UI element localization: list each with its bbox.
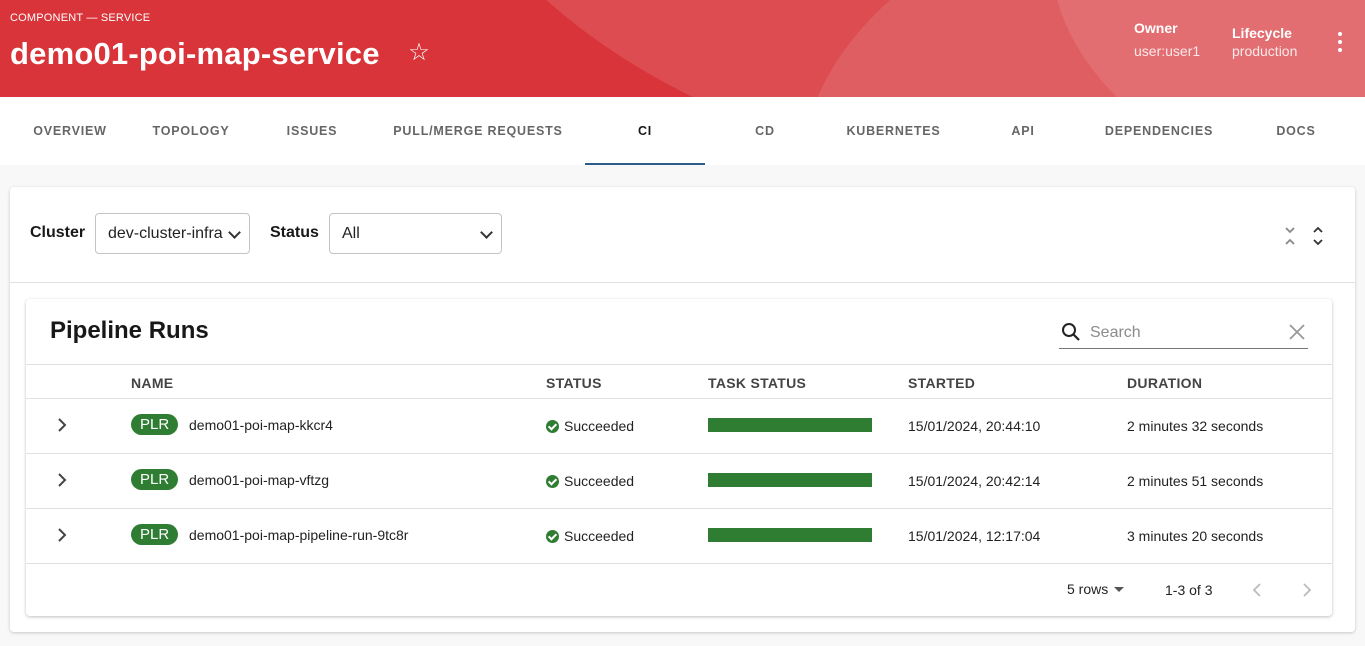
task-status-fill xyxy=(708,528,872,542)
table-row: PLR demo01-poi-map-kkcr4 Succeeded 15/01… xyxy=(26,399,1332,454)
task-status-fill xyxy=(708,473,872,487)
tab-pull-merge-requests[interactable]: PULL/MERGE REQUESTS xyxy=(373,97,583,165)
tab-cd[interactable]: CD xyxy=(705,97,825,165)
previous-page-icon[interactable] xyxy=(1249,581,1267,599)
run-duration: 2 minutes 51 seconds xyxy=(1127,473,1264,489)
run-status: Succeeded xyxy=(546,473,634,489)
status-select[interactable]: All xyxy=(329,213,502,254)
caret-down-icon xyxy=(1114,587,1125,592)
owner-value[interactable]: user:user1 xyxy=(1134,43,1200,59)
plr-badge: PLR xyxy=(131,414,179,435)
run-status: Succeeded xyxy=(546,528,634,544)
table-header: NAME STATUS TASK STATUS STARTED DURATION xyxy=(26,364,1332,399)
tab-ci[interactable]: CI xyxy=(585,97,705,165)
ci-content-card: Cluster dev-cluster-infra Status All Pip… xyxy=(10,187,1355,632)
run-duration: 2 minutes 32 seconds xyxy=(1127,418,1264,434)
plr-badge: PLR xyxy=(131,524,179,545)
task-status-bar[interactable] xyxy=(708,528,872,542)
tab-bar: OVERVIEW TOPOLOGY ISSUES PULL/MERGE REQU… xyxy=(0,97,1365,165)
task-status-bar[interactable] xyxy=(708,418,872,432)
plr-badge: PLR xyxy=(131,469,179,490)
run-status-text: Succeeded xyxy=(564,418,635,434)
started-time: 15/01/2024, 20:44:10 xyxy=(908,418,1041,434)
pipeline-run-name: demo01-poi-map-vftzg xyxy=(189,472,330,488)
run-status-text: Succeeded xyxy=(564,528,635,544)
column-header-name[interactable]: NAME xyxy=(131,375,173,391)
cluster-label: Cluster xyxy=(30,224,86,241)
table-row: PLR demo01-poi-map-pipeline-run-9tc8r Su… xyxy=(26,509,1332,564)
chevron-down-icon xyxy=(228,226,241,239)
chevron-right-icon[interactable] xyxy=(54,527,70,543)
pipeline-run-name: demo01-poi-map-kkcr4 xyxy=(189,417,333,433)
pipeline-runs-table: Pipeline Runs NAME STATUS TASK STATUS ST… xyxy=(26,299,1332,616)
column-header-started[interactable]: STARTED xyxy=(908,375,975,391)
chevron-right-icon[interactable] xyxy=(54,417,70,433)
owner-info: Owner user:user1 xyxy=(1134,20,1200,59)
started-time: 15/01/2024, 12:17:04 xyxy=(908,528,1041,544)
tab-issues[interactable]: ISSUES xyxy=(252,97,372,165)
task-status-bar[interactable] xyxy=(708,473,872,487)
started-time: 15/01/2024, 20:42:14 xyxy=(908,473,1041,489)
collapse-all-icon[interactable] xyxy=(1282,225,1298,247)
cluster-select[interactable]: dev-cluster-infra xyxy=(95,213,250,254)
status-select-value: All xyxy=(342,225,360,242)
search-input[interactable] xyxy=(1090,322,1270,344)
run-status: Succeeded xyxy=(546,418,634,434)
pipeline-run-name: demo01-poi-map-pipeline-run-9tc8r xyxy=(189,527,409,543)
expand-all-icon[interactable] xyxy=(1310,225,1326,247)
success-icon xyxy=(546,530,559,543)
search-field xyxy=(1059,317,1308,349)
tab-docs[interactable]: DOCS xyxy=(1236,97,1356,165)
chevron-down-icon xyxy=(480,226,493,239)
lifecycle-value: production xyxy=(1232,43,1298,59)
next-page-icon[interactable] xyxy=(1297,581,1315,599)
column-header-task-status[interactable]: TASK STATUS xyxy=(708,375,806,391)
clear-search-icon[interactable] xyxy=(1288,323,1306,341)
chevron-right-icon[interactable] xyxy=(54,472,70,488)
column-header-duration[interactable]: DURATION xyxy=(1127,375,1202,391)
run-duration: 3 minutes 20 seconds xyxy=(1127,528,1264,544)
tab-dependencies[interactable]: DEPENDENCIES xyxy=(1084,97,1234,165)
status-label: Status xyxy=(270,224,319,241)
lifecycle-label: Lifecycle xyxy=(1232,25,1292,41)
tab-kubernetes[interactable]: KUBERNETES xyxy=(826,97,961,165)
tab-api[interactable]: API xyxy=(963,97,1083,165)
tab-overview[interactable]: OVERVIEW xyxy=(10,97,130,165)
pagination-range: 1-3 of 3 xyxy=(1165,582,1213,598)
entity-header: COMPONENT — SERVICE demo01-poi-map-servi… xyxy=(0,0,1365,97)
tab-topology[interactable]: TOPOLOGY xyxy=(131,97,251,165)
owner-label: Owner xyxy=(1134,20,1178,36)
column-header-status[interactable]: STATUS xyxy=(546,375,602,391)
breadcrumb: COMPONENT — SERVICE xyxy=(10,12,151,24)
divider xyxy=(10,282,1355,283)
run-status-text: Succeeded xyxy=(564,473,635,489)
page-title: demo01-poi-map-service xyxy=(10,36,380,71)
table-row: PLR demo01-poi-map-vftzg Succeeded 15/01… xyxy=(26,454,1332,509)
star-icon[interactable]: ☆ xyxy=(406,40,432,66)
success-icon xyxy=(546,420,559,433)
search-icon xyxy=(1062,323,1080,341)
success-icon xyxy=(546,475,559,488)
cluster-select-value: dev-cluster-infra xyxy=(108,225,223,242)
task-status-fill xyxy=(708,418,872,432)
more-options-icon[interactable] xyxy=(1326,28,1354,56)
rows-per-page-select[interactable]: 5 rows xyxy=(1067,581,1125,597)
table-title: Pipeline Runs xyxy=(50,317,209,344)
rows-per-page-value: 5 rows xyxy=(1067,581,1109,597)
lifecycle-info: Lifecycle production xyxy=(1232,25,1297,59)
